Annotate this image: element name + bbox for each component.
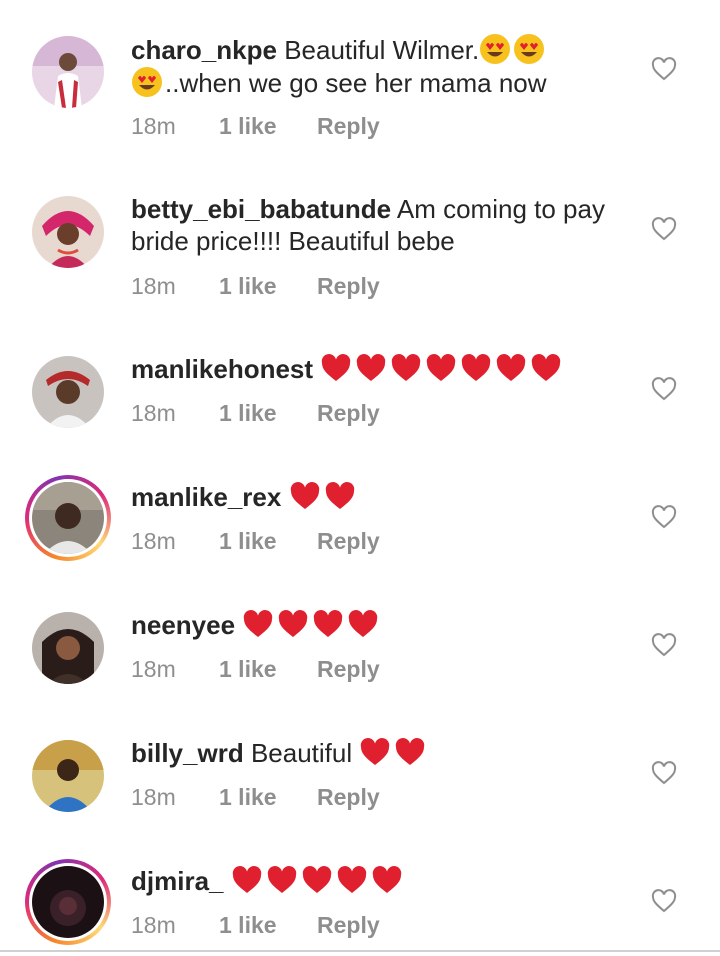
comment-username[interactable]: billy_wrd [131,738,244,768]
red-heart-emoji-icon [372,866,401,893]
comment-time: 18m [131,656,176,682]
comment-username[interactable]: djmira_ [131,866,224,896]
reply-button[interactable]: Reply [317,273,380,300]
reply-button[interactable]: Reply [317,784,380,811]
comment-time: 18m [131,273,176,299]
comment-time: 18m [131,528,176,554]
red-heart-emoji-icon [290,482,319,509]
comment-time: 18m [131,400,176,426]
red-heart-emoji-icon [267,866,296,893]
comment-likes[interactable]: 1 like [219,784,317,811]
reply-button[interactable]: Reply [317,528,380,555]
avatar[interactable] [32,740,104,812]
reply-button[interactable]: Reply [317,656,380,683]
hearts-emoji-group [289,482,359,512]
comment-text: manlike_rex [131,481,631,513]
heart-eyes-emoji-icon [514,34,545,64]
avatar[interactable] [32,196,104,268]
red-heart-emoji-icon [396,738,425,765]
divider [0,950,720,952]
hearts-emoji-group [320,354,565,384]
hearts-emoji-group [359,738,429,768]
heart-eyes-emoji-icon [132,67,162,97]
comment-text: charo_nkpe Beautiful Wilmer. ..when we g… [131,33,631,99]
comment-time: 18m [131,784,176,810]
comment-likes[interactable]: 1 like [219,656,317,683]
comment-text: manlikehonest [131,353,631,385]
red-heart-emoji-icon [302,866,331,893]
heart-outline-icon[interactable] [651,377,677,401]
comment-likes[interactable]: 1 like [219,273,317,300]
comment-meta: 18m 1 like Reply [131,400,380,427]
comment-meta: 18m 1 like Reply [131,784,380,811]
comment-username[interactable]: manlike_rex [131,482,281,512]
comment-text: billy_wrd Beautiful [131,737,631,769]
comment-likes[interactable]: 1 like [219,400,317,427]
red-heart-emoji-icon [532,354,561,381]
comment-username[interactable]: charo_nkpe [131,35,277,65]
heart-outline-icon[interactable] [651,889,677,913]
avatar[interactable] [32,356,104,428]
heart-outline-icon[interactable] [651,761,677,785]
red-heart-emoji-icon [361,738,390,765]
red-heart-emoji-icon [337,866,366,893]
comment-likes[interactable]: 1 like [219,113,317,140]
red-heart-emoji-icon [427,354,456,381]
comment-username[interactable]: betty_ebi_babatunde [131,194,391,224]
comment-likes[interactable]: 1 like [219,912,317,939]
hearts-emoji-group [231,866,406,896]
reply-button[interactable]: Reply [317,912,380,939]
comment-body: Beautiful [250,738,353,768]
comment-username[interactable]: manlikehonest [131,354,313,384]
heart-outline-icon[interactable] [651,57,677,81]
comment-text: betty_ebi_babatunde Am coming to pay bri… [131,193,631,257]
red-heart-emoji-icon [462,354,491,381]
comment-body-continued: ..when we go see her mama now [165,68,547,98]
comment-meta: 18m 1 like Reply [131,912,380,939]
heart-outline-icon[interactable] [651,505,677,529]
red-heart-emoji-icon [392,354,421,381]
avatar[interactable] [32,612,104,684]
red-heart-emoji-icon [314,610,343,637]
comment-username[interactable]: neenyee [131,610,235,640]
comment-meta: 18m 1 like Reply [131,273,380,300]
red-heart-emoji-icon [279,610,308,637]
red-heart-emoji-icon [232,866,261,893]
comment-time: 18m [131,113,176,139]
heart-eyes-emoji-icon [480,34,511,64]
heart-outline-icon[interactable] [651,633,677,657]
comment-text: neenyee [131,609,631,641]
red-heart-emoji-icon [244,610,273,637]
avatar-story-ring[interactable] [25,475,111,561]
red-heart-emoji-icon [497,354,526,381]
red-heart-emoji-icon [322,354,351,381]
comment-likes[interactable]: 1 like [219,528,317,555]
comment-meta: 18m 1 like Reply [131,113,380,140]
red-heart-emoji-icon [349,610,378,637]
comment-meta: 18m 1 like Reply [131,528,380,555]
red-heart-emoji-icon [325,482,354,509]
avatar[interactable] [32,36,104,108]
reply-button[interactable]: Reply [317,113,380,140]
heart-outline-icon[interactable] [651,217,677,241]
comment-body: Beautiful Wilmer. [284,35,480,65]
red-heart-emoji-icon [357,354,386,381]
hearts-emoji-group [242,610,382,640]
reply-button[interactable]: Reply [317,400,380,427]
comment-text: djmira_ [131,865,631,897]
comment-time: 18m [131,912,176,938]
comment-meta: 18m 1 like Reply [131,656,380,683]
avatar-story-ring[interactable] [25,859,111,945]
